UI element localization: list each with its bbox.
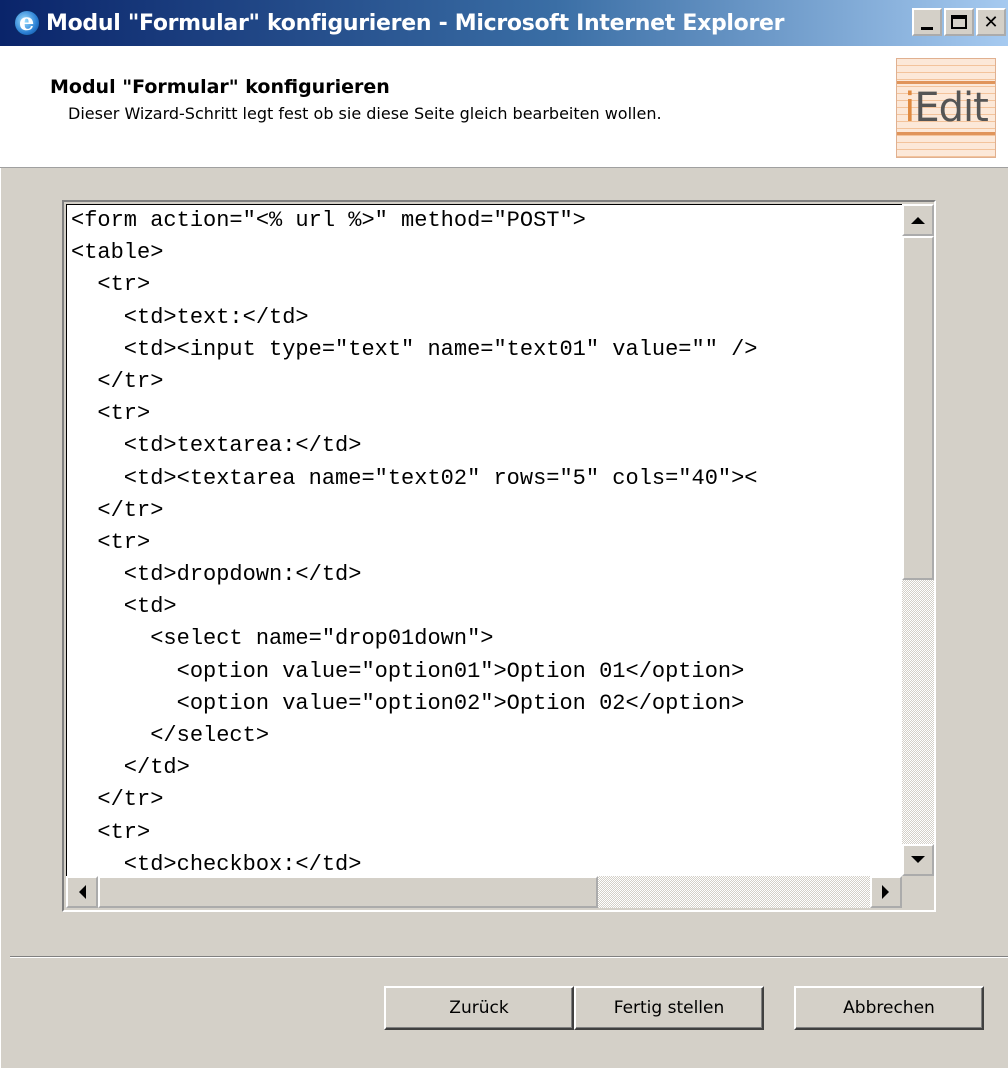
cancel-button[interactable]: Abbrechen xyxy=(794,986,984,1030)
arrow-right-icon xyxy=(882,885,896,899)
scroll-up-button[interactable] xyxy=(902,204,934,236)
vertical-scroll-thumb[interactable] xyxy=(902,236,934,580)
page-title: Modul "Formular" konfigurieren xyxy=(50,76,390,98)
code-line: <td>text:</td> xyxy=(71,304,309,330)
minimize-button[interactable] xyxy=(912,8,942,36)
code-editor: <form action="<% url %>" method="POST"> <… xyxy=(62,200,936,912)
code-line: <form action="<% url %>" method="POST"> xyxy=(71,208,586,233)
code-line: <tr> xyxy=(71,819,151,845)
footer-separator xyxy=(10,956,1008,958)
code-line: <tr> xyxy=(71,401,151,427)
scroll-right-button[interactable] xyxy=(870,876,902,908)
code-line: <td>dropdown:</td> xyxy=(71,562,362,588)
code-line: </tr> xyxy=(71,368,164,394)
code-line: </td> xyxy=(71,755,190,781)
arrow-left-icon xyxy=(72,885,86,899)
code-line: <tr> xyxy=(71,272,151,298)
code-line: <td> xyxy=(71,594,177,620)
logo-suffix: Edit xyxy=(914,85,988,131)
close-icon: ✕ xyxy=(983,11,999,33)
code-line: <td><textarea name="text02" rows="5" col… xyxy=(71,465,758,491)
minimize-icon xyxy=(921,26,933,30)
page-subtitle: Dieser Wizard-Schritt legt fest ob sie d… xyxy=(68,104,662,123)
iedit-logo: iEdit xyxy=(896,58,996,158)
wizard-header: Modul "Formular" konfigurieren Dieser Wi… xyxy=(0,46,1008,168)
window-controls: ✕ xyxy=(912,8,1006,36)
finish-button[interactable]: Fertig stellen xyxy=(574,986,764,1030)
code-textarea[interactable]: <form action="<% url %>" method="POST"> <… xyxy=(66,204,902,876)
code-line: <td>textarea:</td> xyxy=(71,433,362,459)
code-line: <option value="option01">Option 01</opti… xyxy=(71,658,745,684)
maximize-button[interactable] xyxy=(944,8,974,36)
window-title: Modul "Formular" konfigurieren - Microso… xyxy=(46,10,785,36)
code-line: <option value="option02">Option 02</opti… xyxy=(71,690,745,716)
back-button[interactable]: Zurück xyxy=(384,986,574,1030)
code-line: </select> xyxy=(71,723,270,748)
horizontal-scroll-thumb[interactable] xyxy=(98,876,598,908)
code-line: </tr> xyxy=(71,497,164,523)
close-button[interactable]: ✕ xyxy=(976,8,1006,36)
code-line: <table> xyxy=(71,240,164,266)
logo-text: iEdit xyxy=(904,85,989,131)
dialog-left-edge xyxy=(0,168,10,1068)
logo-prefix: i xyxy=(904,85,915,131)
code-line: </tr> xyxy=(71,787,164,813)
logo-stripe xyxy=(897,81,995,84)
vertical-scrollbar[interactable] xyxy=(902,204,934,876)
code-line: <select name="drop01down"> xyxy=(71,626,494,652)
code-line: <td><input type="text" name="text01" val… xyxy=(71,336,758,362)
arrow-down-icon xyxy=(911,856,925,870)
internet-explorer-icon xyxy=(14,7,40,36)
window-titlebar[interactable]: Modul "Formular" konfigurieren - Microso… xyxy=(0,0,1008,46)
code-line: <td>checkbox:</td> xyxy=(71,851,362,876)
scroll-left-button[interactable] xyxy=(66,876,98,908)
logo-stripe xyxy=(897,132,995,135)
horizontal-scrollbar[interactable] xyxy=(66,876,902,908)
scroll-down-button[interactable] xyxy=(902,844,934,876)
code-line: <tr> xyxy=(71,529,151,555)
scrollbar-corner xyxy=(902,876,934,908)
arrow-up-icon xyxy=(911,210,925,224)
maximize-icon xyxy=(951,15,967,29)
